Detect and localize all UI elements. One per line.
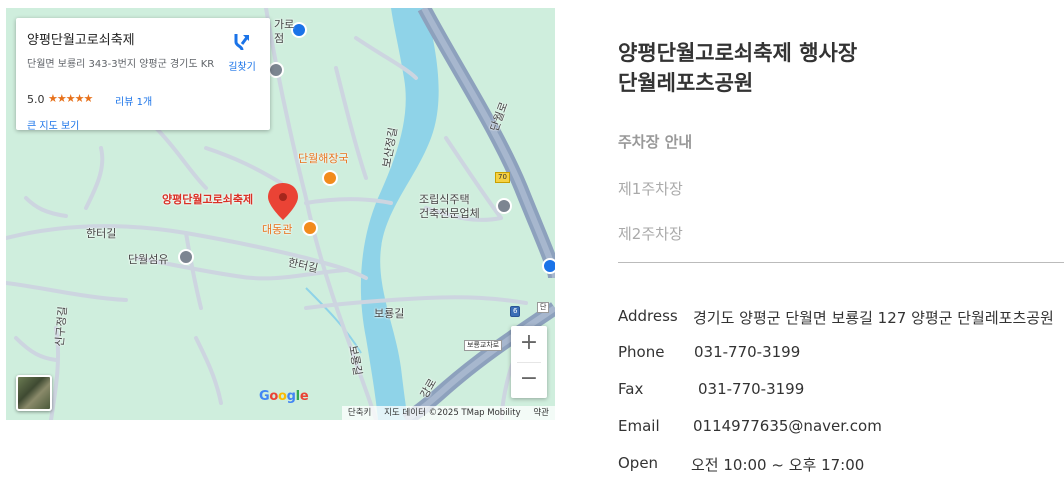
directions-button[interactable]: 길찾기: [222, 32, 262, 73]
email-row: Email 0114977635@naver.com: [618, 417, 882, 435]
poi-label: 조립식주택 건축전문업체: [419, 193, 480, 220]
fax-label: Fax: [618, 380, 644, 398]
directions-label: 길찾기: [228, 62, 256, 73]
google-logo: Google: [259, 389, 309, 404]
open-row: Open 오전 10:00 ~ 오후 17:00: [618, 454, 864, 474]
zoom-in-button[interactable]: +: [511, 326, 547, 362]
terms-link[interactable]: 약관: [533, 408, 549, 418]
venue-title: 양평단월고로쇠축제 행사장 단월레포츠공원: [618, 38, 857, 98]
poi-label: 단월섬유: [128, 253, 169, 266]
open-label: Open: [618, 454, 659, 472]
place-title: 양평단월고로쇠축제: [27, 33, 135, 48]
place-address: 단월면 보룡리 343-3번지 양평군 경기도 KR: [27, 59, 215, 70]
email-value[interactable]: 0114977635@naver.com: [693, 417, 882, 435]
phone-value[interactable]: 031-770-3199: [694, 343, 800, 361]
school-icon[interactable]: [268, 62, 284, 78]
road-label: 한터길: [86, 227, 117, 240]
address-value: 경기도 양평군 단월면 보룡길 127 양평군 단월레포츠공원: [693, 309, 1054, 327]
parking-item-2[interactable]: 제2주차장: [618, 223, 683, 244]
map-data-credit: 지도 데이터 ©2025 TMap Mobility: [384, 408, 521, 418]
road-label: 점: [274, 32, 285, 45]
parking-heading: 주차장 안내: [618, 133, 693, 151]
venue-title-line2: 단월레포츠공원: [618, 71, 754, 95]
zoom-out-button[interactable]: −: [511, 362, 547, 398]
zoom-control: + −: [511, 326, 547, 398]
restaurant-icon[interactable]: [322, 170, 338, 186]
reviews-link[interactable]: 리뷰 1개: [115, 93, 152, 108]
rating-stars: ★★★★★: [48, 92, 93, 105]
large-map-link[interactable]: 큰 지도 보기: [27, 117, 79, 132]
restaurant-label: 대동관: [262, 223, 293, 236]
map-attribution: 단축키 지도 데이터 ©2025 TMap Mobility 약관: [341, 406, 555, 420]
road-label: 보룡길: [374, 307, 405, 320]
parking-item-1[interactable]: 제1주차장: [618, 178, 683, 199]
keyboard-shortcuts-link[interactable]: 단축키: [348, 408, 371, 418]
road-sign: 단: [537, 302, 550, 313]
poi-icon[interactable]: [178, 249, 194, 265]
intersection-sign: 보룡교차로: [464, 340, 503, 351]
map-embed[interactable]: 양평단월고로쇠축제 단월해장국 대동관 조립식주택 건축전문업체 단월섬유 한터…: [6, 8, 555, 420]
open-hours-value: 오전 10:00 ~ 오후 17:00: [691, 456, 865, 474]
phone-label: Phone: [618, 343, 665, 361]
phone-row: Phone 031-770-3199: [618, 343, 800, 361]
restaurant-icon[interactable]: [302, 220, 318, 236]
venue-title-line1: 양평단월고로쇠축제 행사장: [618, 41, 858, 65]
rating-value: 5.0: [27, 93, 45, 106]
route-shield: 70: [495, 172, 510, 183]
email-label: Email: [618, 417, 660, 435]
marker-label: 양평단월고로쇠축제: [162, 193, 254, 206]
section-divider: [618, 262, 1064, 263]
directions-icon: [234, 34, 250, 51]
fax-value: 031-770-3199: [698, 380, 805, 398]
address-row: Address 경기도 양평군 단월면 보룡길 127 양평군 단월레포츠공원: [618, 307, 1054, 327]
satellite-layer-toggle[interactable]: [16, 375, 52, 411]
restaurant-label: 단월해장국: [298, 152, 349, 165]
place-info-card: 양평단월고로쇠축제 단월면 보룡리 343-3번지 양평군 경기도 KR 5.0…: [16, 18, 270, 132]
address-label: Address: [618, 307, 678, 325]
fax-row: Fax 031-770-3199: [618, 380, 804, 398]
poi-icon[interactable]: [496, 198, 512, 214]
route-shield: 6: [510, 306, 521, 317]
poi-icon[interactable]: [542, 258, 555, 274]
